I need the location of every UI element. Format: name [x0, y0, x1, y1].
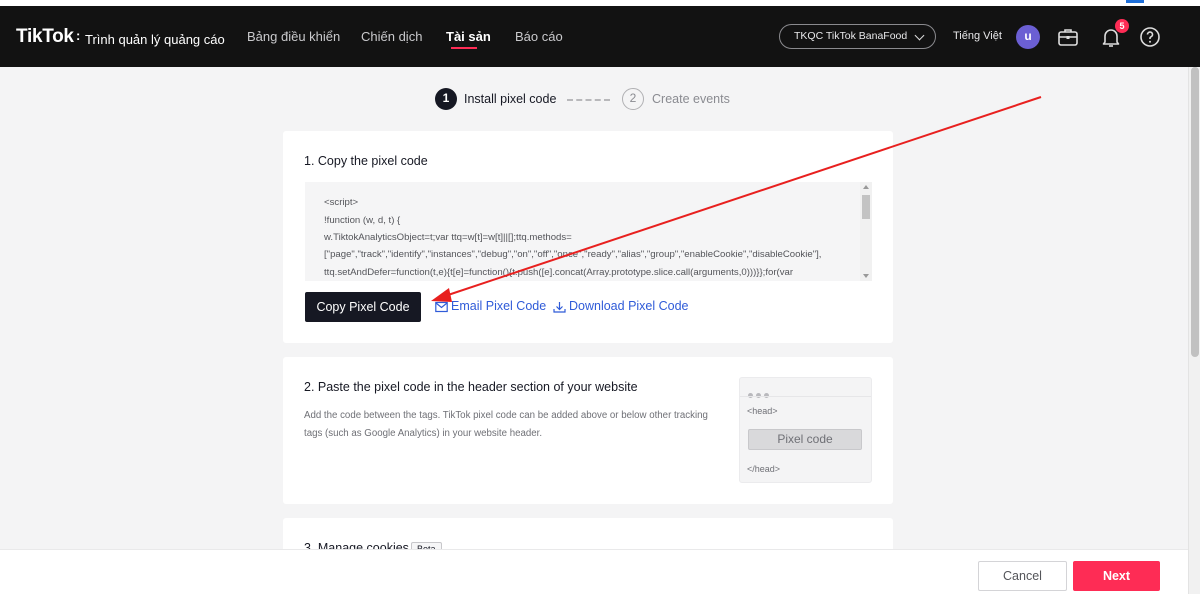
code-scrollbar-thumb[interactable] — [862, 195, 870, 219]
nav-assets[interactable]: Tài sản — [446, 29, 491, 44]
browser-strip — [0, 0, 1200, 6]
step-1-number: 1 — [435, 88, 457, 110]
code-line: <script> — [324, 197, 359, 208]
copy-pixel-code-button[interactable]: Copy Pixel Code — [305, 292, 421, 322]
scroll-down-icon[interactable] — [863, 274, 869, 278]
page-scrollbar-thumb[interactable] — [1191, 67, 1199, 357]
chevron-down-icon — [914, 30, 925, 41]
section-1-title: 1. Copy the pixel code — [304, 154, 428, 168]
copy-pixel-code-card: 1. Copy the pixel code <script> !functio… — [283, 131, 893, 343]
avatar[interactable]: u — [1016, 25, 1040, 49]
nav-dashboard[interactable]: Bảng điều khiển — [247, 29, 340, 44]
download-icon[interactable] — [553, 301, 566, 313]
notification-badge: 5 — [1115, 19, 1129, 33]
app-title: Trình quản lý quảng cáo — [85, 32, 225, 47]
code-line: ["page","track","identify","instances","… — [324, 249, 822, 260]
step-connector — [567, 99, 610, 101]
footer-bar: Cancel Next — [0, 549, 1188, 594]
account-selector[interactable]: TKQC TikTok BanaFood — [779, 24, 936, 49]
section-2-description: Add the code between the tags. TikTok pi… — [304, 410, 708, 439]
nav-campaigns[interactable]: Chiến dịch — [361, 29, 422, 44]
head-close-tag: </head> — [747, 464, 781, 474]
email-pixel-code-link[interactable]: Email Pixel Code — [451, 299, 546, 313]
preview-divider — [740, 396, 871, 397]
nav-reports[interactable]: Báo cáo — [515, 29, 563, 44]
scroll-up-icon[interactable] — [863, 185, 869, 189]
pixel-code-placeholder: Pixel code — [748, 429, 862, 450]
head-open-tag: <head> — [747, 406, 778, 416]
download-pixel-code-link[interactable]: Download Pixel Code — [569, 299, 689, 313]
next-button[interactable]: Next — [1073, 561, 1160, 591]
cancel-button[interactable]: Cancel — [978, 561, 1067, 591]
step-2-label: Create events — [652, 92, 730, 106]
code-line: w.TiktokAnalyticsObject=t;var ttq=w[t]=w… — [324, 232, 572, 243]
paste-pixel-code-card: 2. Paste the pixel code in the header se… — [283, 357, 893, 504]
window-dots — [748, 385, 772, 403]
code-line: ttq.setAndDefer=function(t,e){t[e]=funct… — [324, 267, 794, 278]
browser-strip-accent — [1126, 0, 1144, 3]
logo-separator: : — [76, 28, 81, 43]
section-2-title: 2. Paste the pixel code in the header se… — [304, 380, 638, 394]
account-name: TKQC TikTok BanaFood — [794, 30, 908, 42]
active-nav-indicator — [451, 47, 477, 49]
briefcase-icon[interactable] — [1056, 25, 1080, 49]
step-2-number: 2 — [622, 88, 644, 110]
header-code-preview: <head> Pixel code </head> — [739, 377, 872, 483]
code-line: !function (w, d, t) { — [324, 215, 401, 226]
code-scrollbar[interactable] — [860, 182, 872, 281]
page-scrollbar[interactable] — [1188, 67, 1200, 594]
step-1-label: Install pixel code — [464, 92, 557, 106]
top-navigation-bar: TikTok : Trình quản lý quảng cáo Bảng đi… — [0, 0, 1200, 67]
mail-icon[interactable] — [435, 301, 448, 313]
pixel-code-box[interactable]: <script> !function (w, d, t) { w.TiktokA… — [305, 182, 872, 281]
tiktok-logo[interactable]: TikTok — [16, 26, 74, 48]
language-selector[interactable]: Tiếng Việt — [953, 30, 1002, 42]
help-icon[interactable] — [1138, 25, 1162, 49]
